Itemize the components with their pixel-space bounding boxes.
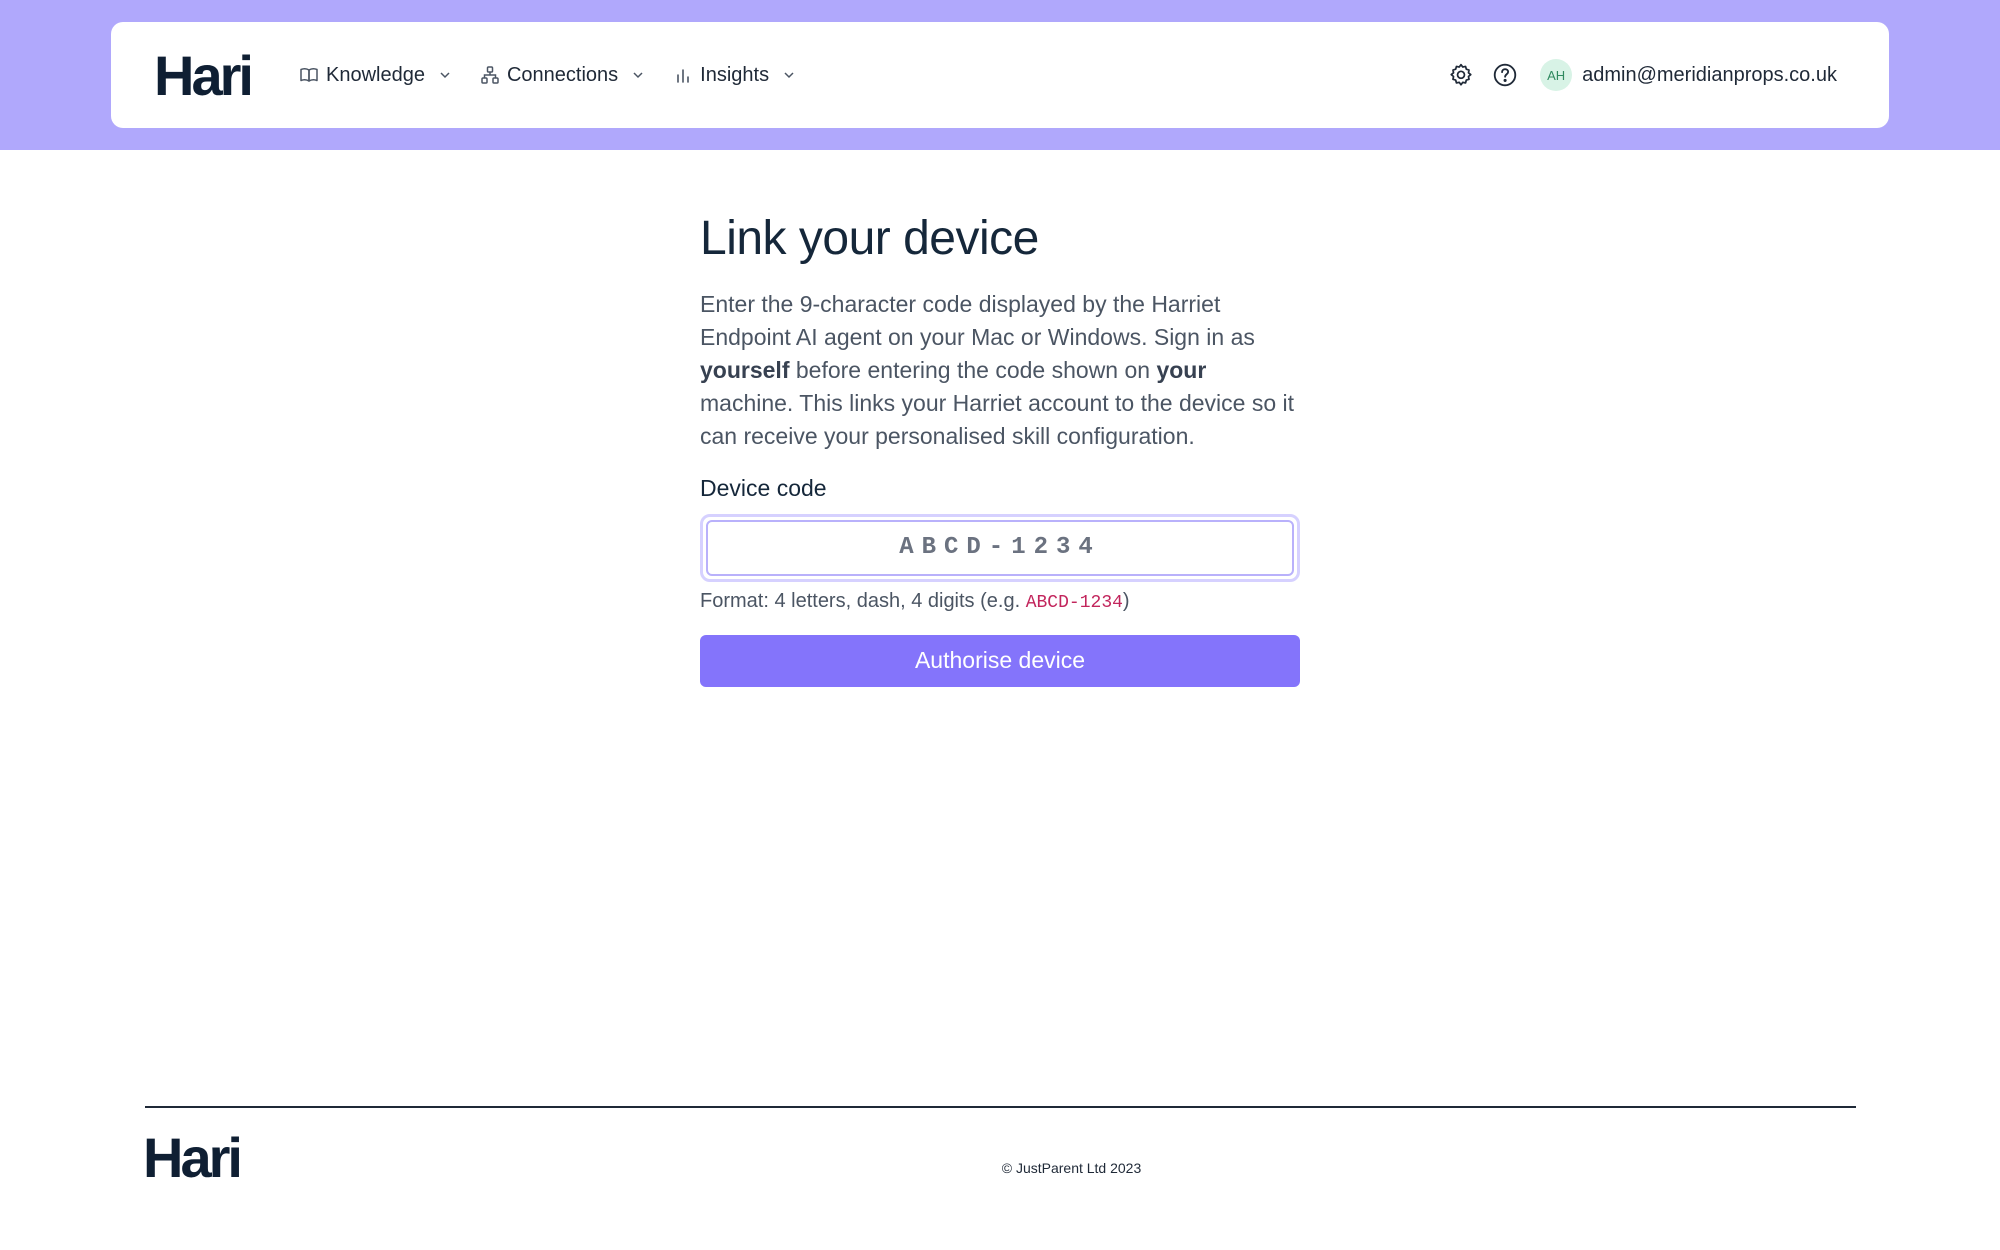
- gear-icon[interactable]: [1448, 62, 1474, 88]
- hint-example-code: ABCD-1234: [1025, 592, 1123, 613]
- chevron-down-icon: [438, 68, 452, 82]
- instructions-part: before entering the code shown on: [789, 356, 1157, 383]
- avatar[interactable]: AH: [1540, 59, 1573, 91]
- authorise-device-button[interactable]: Authorise device: [700, 634, 1300, 687]
- instructions-emphasis: your: [1156, 356, 1207, 383]
- page-title: Link your device: [700, 212, 1039, 265]
- chevron-down-icon: [782, 68, 796, 82]
- device-code-input[interactable]: [706, 519, 1294, 576]
- network-icon: [480, 65, 500, 85]
- hari-logo[interactable]: Hari: [154, 48, 254, 104]
- nav-item-knowledge[interactable]: Knowledge: [299, 64, 452, 87]
- top-navbar: Hari Knowledge Connections Insights AH a…: [111, 22, 1889, 128]
- device-code-label: Device code: [700, 474, 827, 501]
- help-circle-icon[interactable]: [1492, 62, 1518, 88]
- nav-item-connections[interactable]: Connections: [480, 64, 645, 87]
- user-area: AH admin@meridianprops.co.uk: [1448, 22, 1837, 128]
- user-email[interactable]: admin@meridianprops.co.uk: [1582, 64, 1837, 87]
- nav-item-label: Insights: [700, 63, 770, 86]
- copyright-text: © JustParent Ltd 2023: [1001, 1160, 1142, 1176]
- book-icon: [299, 65, 319, 85]
- device-code-focus-ring: [700, 513, 1300, 582]
- nav-item-label: Connections: [506, 63, 619, 86]
- footer-logo[interactable]: Hari: [143, 1130, 243, 1186]
- nav-item-insights[interactable]: Insights: [673, 64, 796, 87]
- instructions-text: Enter the 9-character code displayed by …: [700, 288, 1300, 453]
- nav-item-label: Knowledge: [326, 63, 425, 86]
- main-nav: Knowledge Connections Insights: [299, 22, 824, 128]
- hint-text: ): [1122, 589, 1130, 612]
- instructions-part: Enter the 9-character code displayed by …: [700, 290, 1255, 350]
- instructions-emphasis: yourself: [700, 356, 790, 383]
- bar-chart-icon: [673, 65, 693, 85]
- chevron-down-icon: [631, 68, 645, 82]
- format-hint: Format: 4 letters, dash, 4 digits (e.g. …: [700, 590, 1300, 613]
- instructions-part: machine. This links your Harriet account…: [700, 389, 1295, 449]
- hint-text: Format: 4 letters, dash, 4 digits (e.g.: [700, 589, 1026, 612]
- link-device-form: Link your device Enter the 9-character c…: [700, 210, 1300, 687]
- footer-divider: [145, 1106, 1856, 1108]
